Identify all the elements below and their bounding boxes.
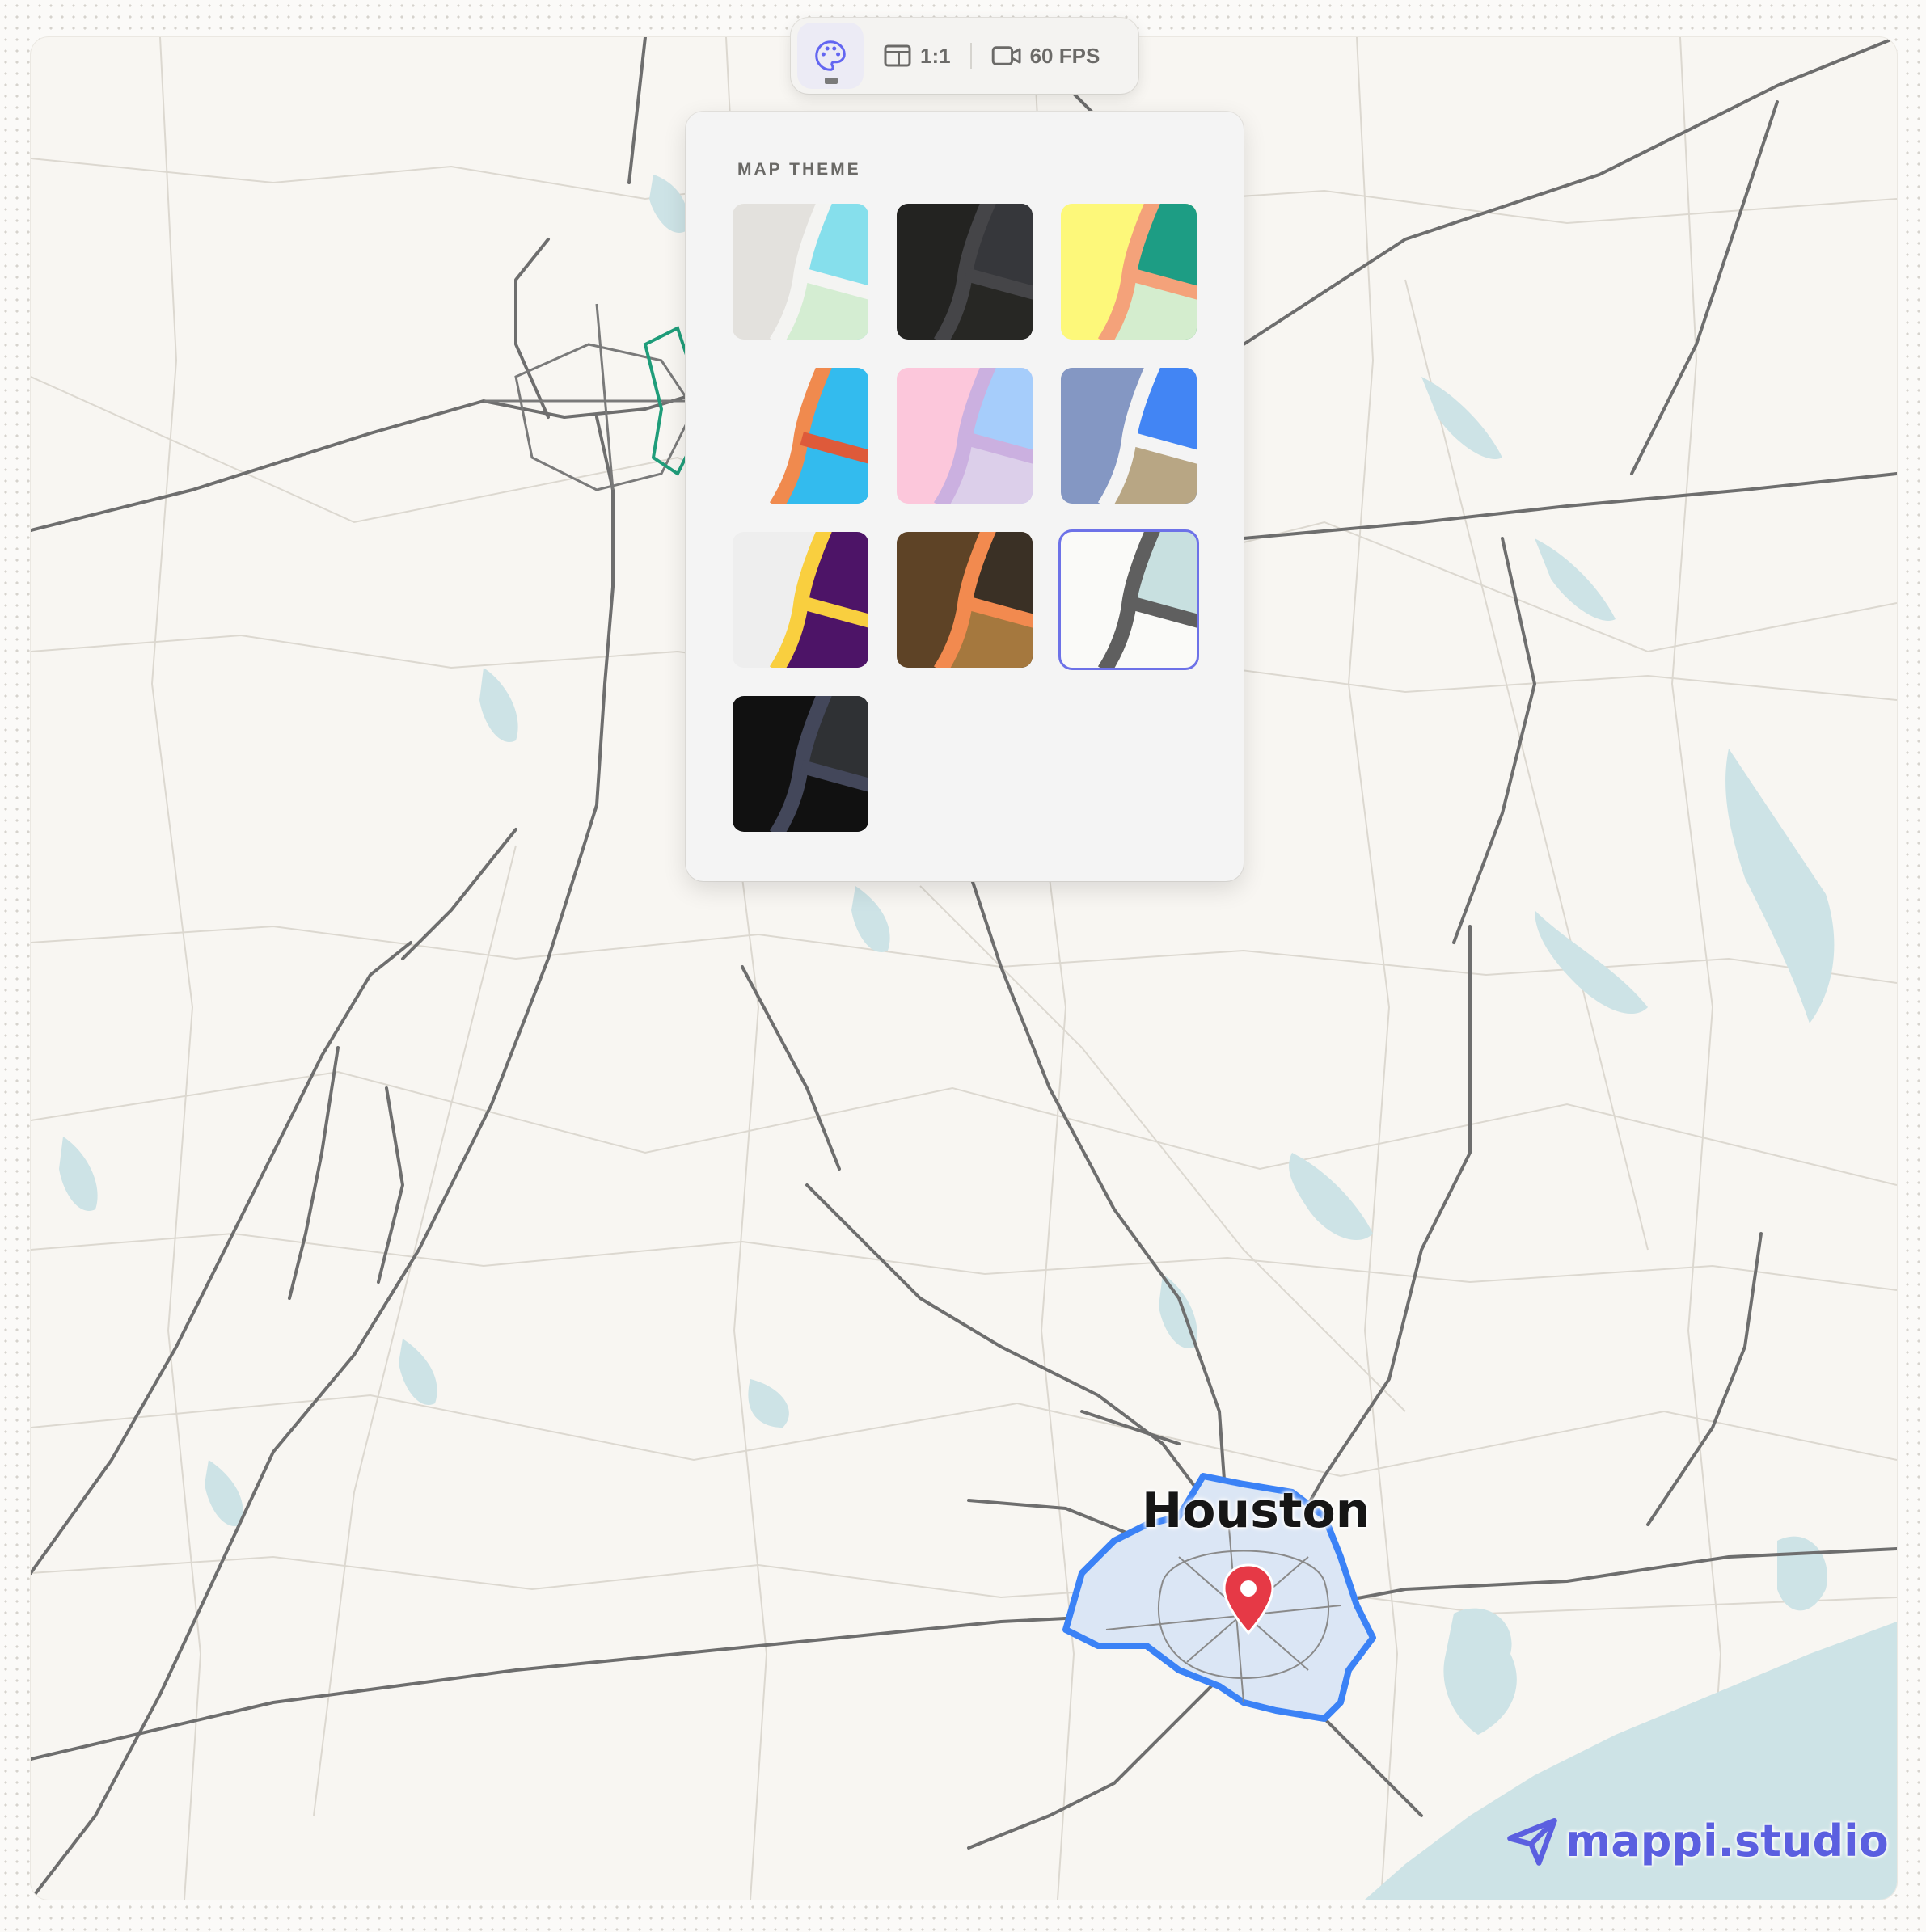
aspect-ratio-label: 1:1 <box>920 43 951 68</box>
fps-label: 60 FPS <box>1029 43 1100 68</box>
theme-swatch-1[interactable] <box>733 204 868 340</box>
theme-swatch-2[interactable] <box>897 204 1033 340</box>
city-label: Houston <box>1142 1483 1371 1539</box>
theme-indicator <box>825 78 838 84</box>
theme-swatch-7[interactable] <box>733 532 868 668</box>
theme-swatch-5[interactable] <box>897 368 1033 504</box>
layout-icon <box>884 44 911 67</box>
video-icon <box>991 46 1021 65</box>
theme-swatch-4[interactable] <box>733 368 868 504</box>
palette-icon <box>815 40 846 71</box>
top-toolbar: 1:1 60 FPS <box>791 18 1138 94</box>
brand-text: mappi.studio <box>1565 1815 1889 1867</box>
send-icon <box>1507 1817 1557 1866</box>
theme-swatch-8[interactable] <box>897 532 1033 668</box>
brand-logo[interactable]: mappi.studio <box>1506 1814 1889 1867</box>
theme-swatch-6[interactable] <box>1061 368 1197 504</box>
theme-button[interactable] <box>797 23 864 89</box>
theme-swatch-3[interactable] <box>1061 204 1197 340</box>
location-pin-icon[interactable] <box>1221 1562 1276 1641</box>
panel-title: MAP THEME <box>737 160 861 179</box>
theme-swatch-9[interactable] <box>1058 529 1199 670</box>
theme-swatch-10[interactable] <box>733 696 868 832</box>
toolbar-divider <box>969 43 972 69</box>
map-theme-panel: MAP THEME <box>686 112 1244 881</box>
aspect-ratio-button[interactable]: 1:1 <box>883 44 951 69</box>
fps-button[interactable]: 60 FPS <box>991 44 1100 69</box>
